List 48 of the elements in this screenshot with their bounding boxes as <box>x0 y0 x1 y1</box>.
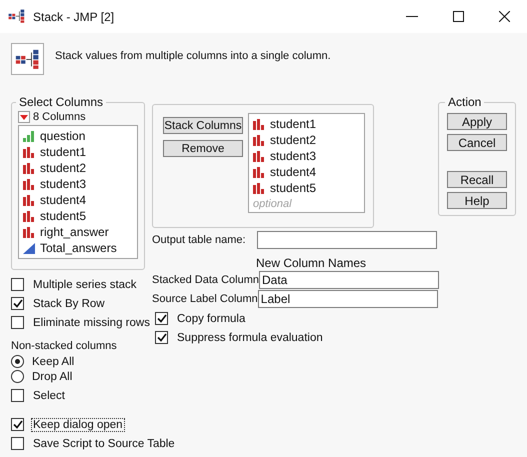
input-field[interactable]: Data <box>259 271 439 289</box>
panel-button[interactable]: Remove <box>163 140 243 157</box>
stack-icon <box>14 48 40 70</box>
checkbox[interactable]: Eliminate missing rows <box>11 313 151 332</box>
dropdown-icon[interactable] <box>18 111 30 123</box>
action-button[interactable]: Help <box>447 192 507 209</box>
section-label: New Column Names <box>256 256 366 270</box>
column-item[interactable]: question <box>23 128 133 144</box>
checkbox[interactable]: Save Script to Source Table <box>11 434 176 453</box>
checkbox[interactable]: Multiple series stack <box>11 275 138 294</box>
column-item[interactable]: student1 <box>253 116 360 132</box>
check-icon <box>12 420 22 429</box>
column-item[interactable]: student5 <box>23 208 133 224</box>
column-item[interactable]: student4 <box>253 164 360 180</box>
check-icon <box>12 299 22 308</box>
section-label: Non-stacked columns <box>11 340 118 352</box>
column-item[interactable]: student2 <box>253 132 360 148</box>
checkbox[interactable]: Copy formula <box>155 309 246 328</box>
field-label: Source Label Column <box>152 293 258 305</box>
column-item[interactable]: student4 <box>23 192 133 208</box>
action-button[interactable]: Recall <box>447 171 507 188</box>
field-label: Stacked Data Column <box>152 274 259 286</box>
radio-button[interactable]: Keep All <box>11 354 74 369</box>
column-count: 8 Columns <box>33 111 86 123</box>
panel-title: Action <box>447 95 482 109</box>
column-item[interactable]: right_answer <box>23 224 133 240</box>
action-button[interactable]: Apply <box>447 113 507 130</box>
checkbox[interactable]: Suppress formula evaluation <box>155 328 324 347</box>
column-item[interactable]: student5 <box>253 180 360 196</box>
checkbox[interactable]: Select <box>11 386 66 405</box>
output-table-field[interactable] <box>257 231 437 249</box>
column-item[interactable]: student2 <box>23 160 133 176</box>
radio-button[interactable]: Drop All <box>11 369 72 384</box>
checkbox[interactable]: Stack By Row <box>11 294 106 313</box>
stack-icon <box>8 9 26 24</box>
checkbox[interactable]: Keep dialog open <box>11 415 124 434</box>
column-item[interactable]: student3 <box>253 148 360 164</box>
action-button[interactable]: Cancel <box>447 134 507 151</box>
placeholder-text: optional <box>253 198 293 210</box>
panel-title: Select Columns <box>18 95 104 109</box>
description-text: Stack values from multiple columns into a single column. <box>55 50 331 62</box>
column-item[interactable]: student3 <box>23 176 133 192</box>
field-label: Output table name: <box>152 234 246 246</box>
panel-button[interactable]: Stack Columns <box>163 117 243 134</box>
column-item[interactable]: student1 <box>23 144 133 160</box>
window-title: Stack - JMP [2] <box>33 10 116 24</box>
input-field[interactable]: Label <box>258 290 438 308</box>
column-item[interactable]: Total_answers <box>23 240 133 256</box>
